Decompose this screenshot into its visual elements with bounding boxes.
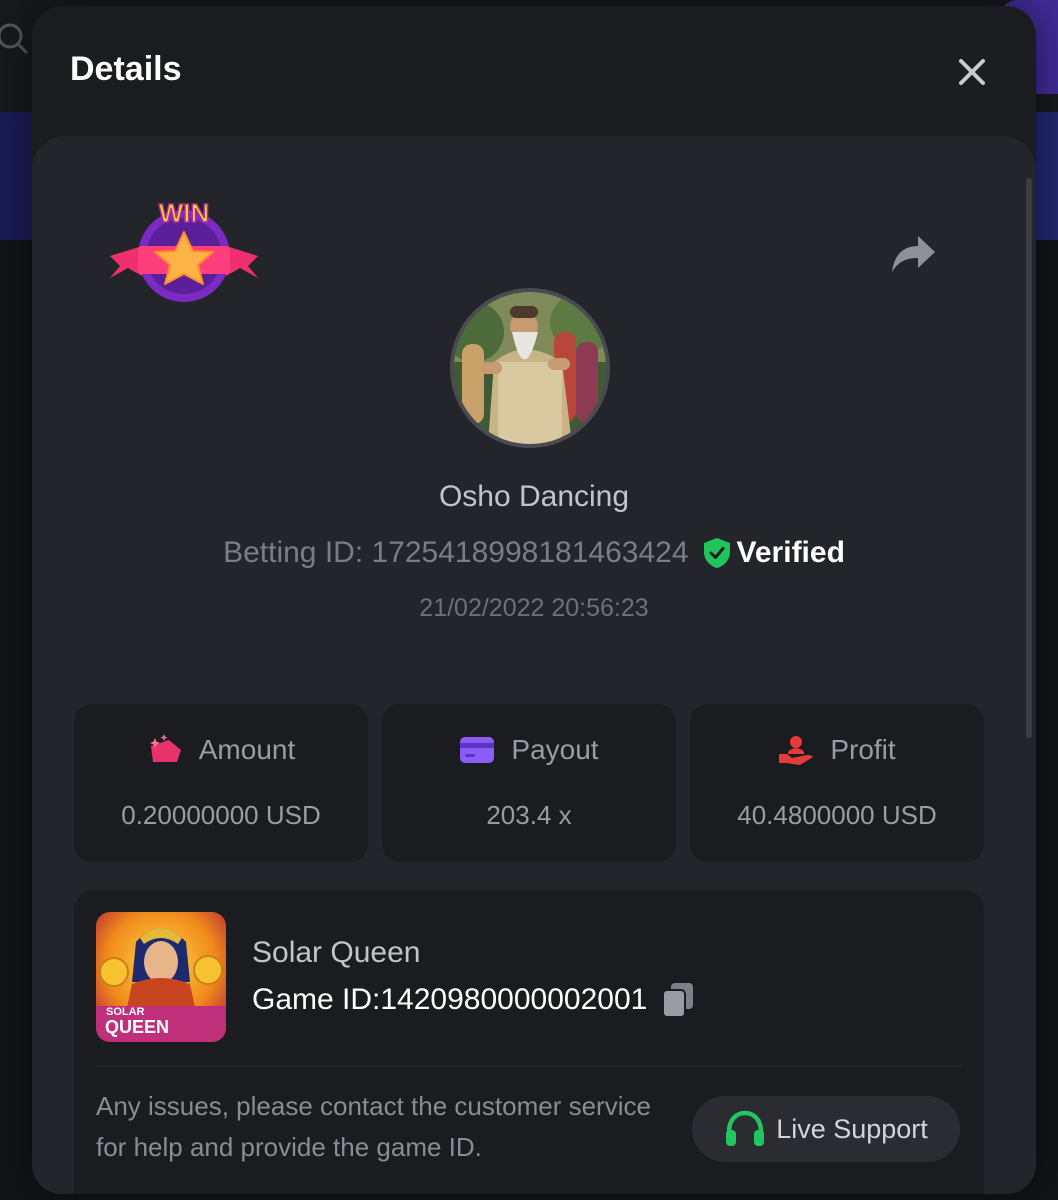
- game-card: SOLAR QUEEN Solar Queen Game ID:14209800…: [74, 890, 984, 1194]
- verified-badge: Verified: [703, 536, 845, 570]
- game-thumbnail[interactable]: SOLAR QUEEN: [96, 912, 226, 1042]
- avatar: [450, 288, 610, 448]
- profit-hand-icon: [779, 736, 814, 765]
- live-support-button[interactable]: Live Support: [692, 1096, 960, 1162]
- search-icon: [0, 23, 29, 55]
- win-badge-text: WIN: [159, 198, 210, 228]
- game-id-row: Game ID:1420980000002001: [252, 982, 695, 1018]
- amount-icon: [149, 734, 181, 762]
- player-name: Osho Dancing: [438, 480, 630, 513]
- game-id: Game ID:1420980000002001: [252, 983, 648, 1016]
- game-thumb-line2: QUEEN: [105, 1017, 169, 1037]
- payout-value: 203.4 x: [486, 800, 572, 830]
- amount-value: 0.20000000 USD: [121, 800, 321, 830]
- game-name: Solar Queen: [252, 936, 421, 969]
- modal-title: Details: [70, 50, 182, 88]
- share-icon[interactable]: [890, 234, 936, 274]
- profit-label: Profit: [830, 734, 896, 765]
- verified-shield-icon: [703, 538, 730, 568]
- copy-icon[interactable]: [661, 982, 695, 1018]
- amount-stat: Amount 0.20000000 USD: [74, 704, 368, 862]
- live-support-label: Live Support: [776, 1113, 928, 1144]
- headset-icon: [726, 1110, 765, 1146]
- profit-stat: Profit 40.4800000 USD: [690, 704, 984, 862]
- support-notice: Any issues, please contact the customer …: [96, 1091, 651, 1162]
- betting-id: Betting ID: 1725418998181463424: [223, 536, 689, 569]
- payout-label: Payout: [511, 734, 599, 765]
- verified-label: Verified: [736, 536, 845, 569]
- payout-card-icon: [460, 737, 495, 763]
- betting-id-row: Betting ID: 1725418998181463424 Verified: [32, 536, 1036, 570]
- close-icon[interactable]: [952, 52, 992, 92]
- avatar-image: [454, 292, 606, 444]
- profit-value: 40.4800000 USD: [737, 800, 937, 830]
- details-modal: Details WIN Osho Dancing Betting ID: 172…: [32, 6, 1036, 1194]
- scrollbar[interactable]: [1026, 178, 1032, 738]
- bet-timestamp: 21/02/2022 20:56:23: [419, 594, 649, 622]
- payout-stat: Payout 203.4 x: [382, 704, 676, 862]
- divider: [96, 1066, 962, 1067]
- win-badge-icon: WIN: [110, 197, 258, 302]
- amount-label: Amount: [198, 734, 296, 765]
